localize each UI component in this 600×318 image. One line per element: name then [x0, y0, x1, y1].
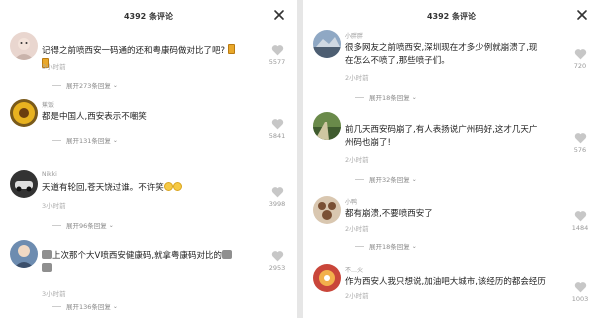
- comment-time: 2小时前: [345, 225, 369, 233]
- comment-item: 前几天西安码崩了,有人表扬说广州码好,这才几天广州码也崩了! 2小时前 展开32…: [303, 112, 600, 192]
- like-count: 3998: [268, 200, 286, 208]
- avatar[interactable]: [313, 196, 341, 224]
- heart-icon: [271, 187, 283, 198]
- comment-item: 上次那个大V喷西安健康码,就拿粤康码对比的 3小时前 展开136条回复 ⌄ 295…: [0, 240, 297, 318]
- expand-replies-button[interactable]: 展开18条回复 ⌄: [355, 92, 417, 102]
- like-count: 1003: [571, 295, 589, 303]
- chevron-down-icon: ⌄: [112, 81, 118, 89]
- close-icon[interactable]: [576, 9, 588, 21]
- username[interactable]: 小胖胖: [345, 31, 363, 40]
- chevron-down-icon: ⌄: [108, 221, 114, 229]
- comment-panel-left: 4392 条评论 记得之前喷西安一码通的还和粤康码做对比了吧? 3小时前 展开2…: [0, 0, 297, 318]
- comment-time: 2小时前: [345, 156, 369, 164]
- comment-text: 很多网友之前喷西安,深圳现在才多少例就崩溃了,现在怎么不喷了,那些喷子们。: [345, 43, 538, 66]
- avatar[interactable]: [10, 99, 38, 127]
- like-button[interactable]: 3998: [265, 186, 289, 208]
- like-count: 2953: [268, 264, 286, 272]
- comment-item: 小鸭 都有崩溃,不要喷西安了 2小时前 展开18条回复 ⌄ 1484: [303, 196, 600, 256]
- emoji-icon: [222, 250, 233, 259]
- like-count: 1484: [571, 224, 589, 232]
- chevron-down-icon: ⌄: [112, 302, 118, 310]
- comment-text: 都有崩溃,不要喷西安了: [345, 209, 433, 219]
- comment-time: 2小时前: [345, 292, 369, 300]
- like-count: 576: [573, 146, 587, 154]
- like-count: 5577: [268, 58, 286, 66]
- heart-icon: [574, 282, 586, 293]
- like-count: 5841: [268, 132, 286, 140]
- heart-icon: [271, 119, 283, 130]
- expand-replies-button[interactable]: 展开131条回复 ⌄: [52, 135, 118, 145]
- avatar[interactable]: [313, 30, 341, 58]
- heart-icon: [574, 133, 586, 144]
- panel-header: 4392 条评论: [303, 0, 600, 34]
- like-button[interactable]: 5577: [265, 44, 289, 66]
- expand-replies-button[interactable]: 展开18条回复 ⌄: [355, 241, 417, 251]
- expand-replies-button[interactable]: 展开273条回复 ⌄: [52, 80, 118, 90]
- heart-icon: [574, 49, 586, 60]
- avatar[interactable]: [10, 170, 38, 198]
- comment-item: Nikki 天道有轮回,苍天饶过谁。不许笑 3小时前 展开96条回复 ⌄ 3998: [0, 170, 297, 234]
- comment-text: 上次那个大V喷西安健康码,就拿粤康码对比的: [42, 250, 242, 275]
- like-button[interactable]: 2953: [265, 250, 289, 272]
- comment-item: 小胖胖 很多网友之前喷西安,深圳现在才多少例就崩溃了,现在怎么不喷了,那些喷子们…: [303, 30, 600, 106]
- chevron-down-icon: ⌄: [112, 136, 118, 144]
- expand-replies-button[interactable]: 展开136条回复 ⌄: [52, 301, 118, 311]
- username[interactable]: Nikki: [42, 171, 57, 178]
- chevron-down-icon: ⌄: [411, 93, 417, 101]
- avatar[interactable]: [10, 32, 38, 60]
- comment-text: 都是中国人,西安表示不嘲笑: [42, 112, 147, 122]
- emoji-icon: [227, 44, 235, 54]
- comment-time: 3小时前: [42, 202, 66, 210]
- avatar[interactable]: [313, 112, 341, 140]
- heart-icon: [574, 211, 586, 222]
- comment-text: 天道有轮回,苍天饶过谁。不许笑: [42, 182, 242, 195]
- comment-count-title: 4392 条评论: [123, 12, 174, 21]
- username[interactable]: 不…火: [345, 265, 363, 274]
- comment-panel-right: 4392 条评论 小胖胖 很多网友之前喷西安,深圳现在才多少例就崩溃了,现在怎么…: [303, 0, 600, 318]
- like-button[interactable]: 1003: [568, 281, 592, 303]
- like-button[interactable]: 1484: [568, 210, 592, 232]
- emoji-icon: [163, 182, 173, 191]
- heart-icon: [271, 45, 283, 56]
- like-button[interactable]: 5841: [265, 118, 289, 140]
- emoji-icon: [42, 262, 52, 272]
- avatar[interactable]: [10, 240, 38, 268]
- panel-header: 4392 条评论: [0, 0, 297, 34]
- comment-count-title: 4392 条评论: [426, 12, 477, 21]
- comment-item: 记得之前喷西安一码通的还和粤康码做对比了吧? 3小时前 展开273条回复 ⌄ 55…: [0, 32, 297, 96]
- like-button[interactable]: 720: [568, 48, 592, 70]
- username[interactable]: 小鸭: [345, 197, 357, 206]
- expand-replies-button[interactable]: 展开96条回复 ⌄: [52, 220, 114, 230]
- like-count: 720: [573, 62, 587, 70]
- comment-item: 不…火 作为西安人我只想说,加油吧大城市,该经历的都会经历 2小时前 1003: [303, 264, 600, 318]
- comment-item: 蕉饭 都是中国人,西安表示不嘲笑 展开131条回复 ⌄ 5841: [0, 99, 297, 163]
- comment-text: 前几天西安码崩了,有人表扬说广州码好,这才几天广州码也崩了!: [345, 125, 538, 148]
- like-button[interactable]: 576: [568, 132, 592, 154]
- chevron-down-icon: ⌄: [411, 242, 417, 250]
- emoji-icon: [42, 250, 52, 259]
- comment-time: 3小时前: [42, 290, 66, 298]
- comment-text: 记得之前喷西安一码通的还和粤康码做对比了吧?: [42, 44, 242, 71]
- comment-time: 3小时前: [42, 63, 66, 71]
- comment-text: 作为西安人我只想说,加油吧大城市,该经历的都会经历: [345, 277, 546, 287]
- chevron-down-icon: ⌄: [411, 175, 417, 183]
- emoji-icon: [172, 182, 182, 191]
- heart-icon: [271, 251, 283, 262]
- username[interactable]: 蕉饭: [42, 100, 54, 109]
- close-icon[interactable]: [273, 9, 285, 21]
- comment-time: 2小时前: [345, 74, 369, 82]
- expand-replies-button[interactable]: 展开32条回复 ⌄: [355, 174, 417, 184]
- avatar[interactable]: [313, 264, 341, 292]
